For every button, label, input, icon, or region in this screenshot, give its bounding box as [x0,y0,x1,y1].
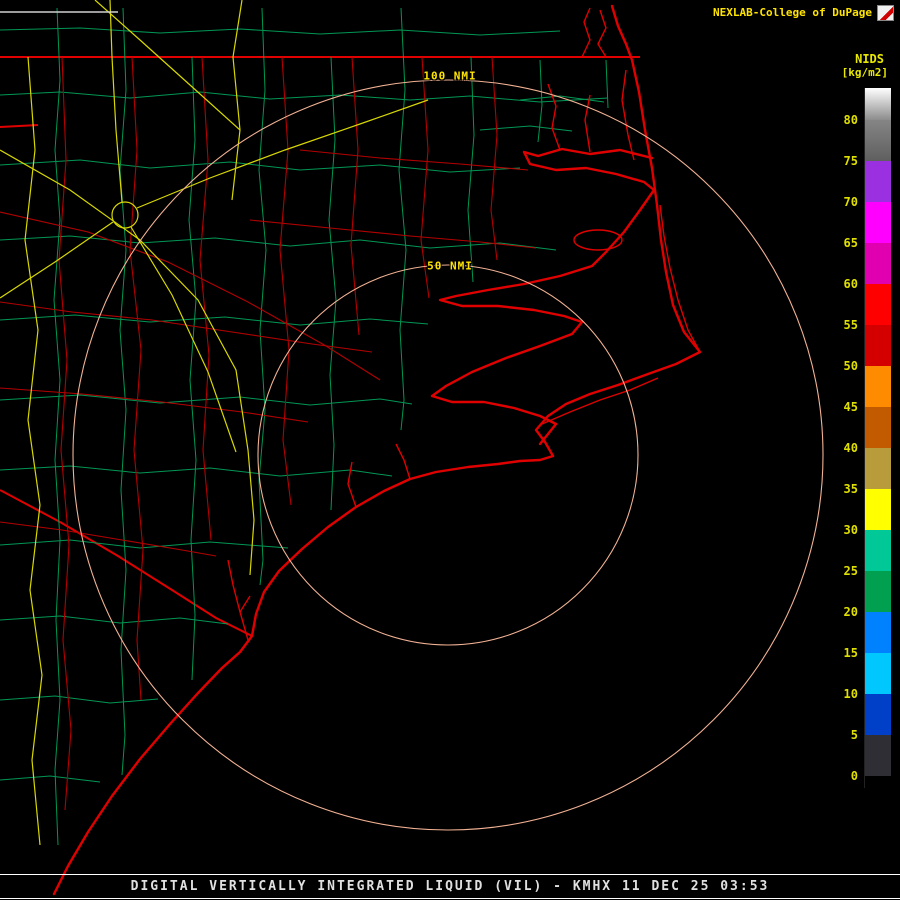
colorbar-tick-label: 35 [843,482,858,496]
colorbar-segment-55-50 [865,325,891,366]
colorbar-tick-label: 70 [843,195,858,209]
colorbar-segment-70-65 [865,202,891,243]
colorbar-tick-label: 60 [843,277,858,291]
state-border-lines [0,56,640,637]
colorbar-segment-40-35 [865,448,891,489]
colorbar-segment-30-25 [865,530,891,571]
colorbar-tick-label: 0 [850,769,858,783]
radar-map [0,0,824,896]
colorbar-segment-25-20 [865,571,891,612]
county-lines [0,7,609,846]
colorbar-segment-80-75 [865,120,891,161]
colorbar-tick-label: 55 [843,318,858,332]
footer-divider-top [0,874,900,875]
colorbar-tick-label: 15 [843,646,858,660]
colorbar-segment-45-40 [865,407,891,448]
colorbar-segment-5-0 [865,735,891,776]
range-ring-label-50nmi: 50 NMI [427,259,473,273]
colorbar-ticks: 80 75 70 65 60 55 50 45 40 35 30 25 20 15 10 5 0 [822,113,858,783]
colorbar-tick-label: 75 [843,154,858,168]
shoreline-details [227,7,701,641]
scale-title: NIDS [855,52,884,66]
colorbar-tick-label: 30 [843,523,858,537]
range-ring-label-100nmi: 100 NMI [423,69,477,83]
coastline [52,4,702,896]
colorbar-segment-65-60 [865,243,891,284]
colorbar-tick-label: 10 [843,687,858,701]
colorbar-segment-75-70 [865,161,891,202]
border-stub [0,124,39,128]
lake-mattamuskeet [573,229,623,251]
colorbar-segment-15-10 [865,653,891,694]
scale-units: [kg/m2] [841,66,888,79]
footer-divider-bottom [0,898,900,899]
colorbar-segment-60-55 [865,284,891,325]
colorbar-tick-label: 65 [843,236,858,250]
colorbar-segment-10-5 [865,694,891,735]
colorbar-segments [864,88,891,788]
colorbar-tick-label: 80 [843,113,858,127]
range-rings [72,79,824,831]
colorbar-tick-label: 50 [843,359,858,373]
colorbar-segment-35-30 [865,489,891,530]
albemarle-sound [522,147,656,192]
colorbar-segment-20-15 [865,612,891,653]
pamlico-neuse-shores [430,188,656,446]
colorbar-tick-label: 40 [843,441,858,455]
highways-red [0,56,537,811]
product-title: DIGITAL VERTICALLY INTEGRATED LIQUID (VI… [130,879,770,894]
beltline-loop [111,201,139,229]
cod-logo-icon [877,5,894,21]
colorbar-segment-base [865,776,891,788]
outer-banks-coast [52,4,702,896]
colorbar-segment-50-45 [865,366,891,407]
colorbar-tick-label: 5 [850,728,858,742]
colorbar-tick-label: 25 [843,564,858,578]
colorbar-tick-label: 20 [843,605,858,619]
range-ring-100nmi [72,79,824,831]
brand-text: NEXLAB-College of DuPage [713,6,872,19]
colorbar-segment-top-cap [865,88,891,120]
radar-display: 100 NMI 50 NMI NEXLAB-College of DuPage … [0,0,900,900]
colorbar-tick-label: 45 [843,400,858,414]
